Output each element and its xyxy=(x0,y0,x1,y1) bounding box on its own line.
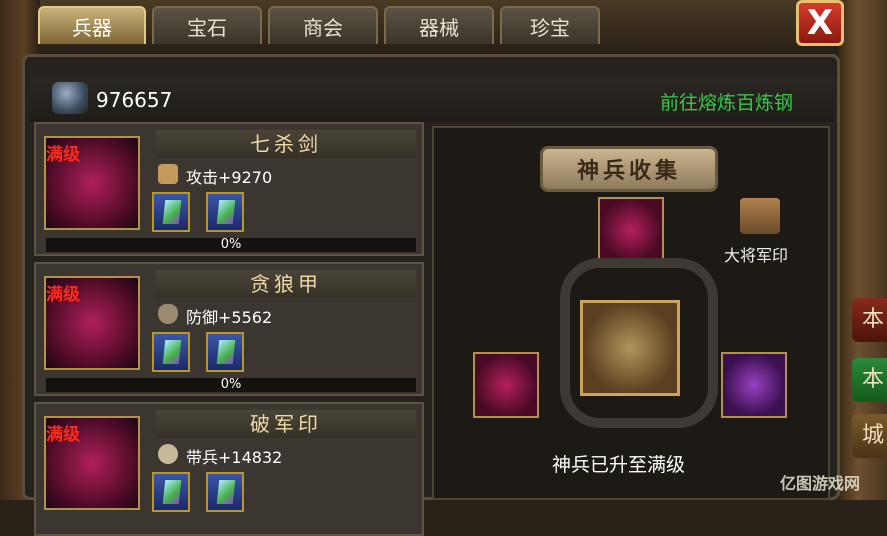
item-name: 破军印 xyxy=(156,410,416,438)
goto-smelt-link[interactable]: 前往熔炼百炼钢 xyxy=(660,88,793,115)
item-stat: 防御+5562 xyxy=(186,308,273,327)
side-button-1[interactable]: 本 xyxy=(852,298,887,342)
level-badge: 满级 xyxy=(46,285,80,305)
tab-treasures[interactable]: 珍宝 xyxy=(500,6,600,44)
gem-slot-icon[interactable] xyxy=(152,332,190,372)
weapon-item-greedy-wolf-armor[interactable]: 满级 贪狼甲 防御+5562 0% xyxy=(34,262,424,396)
progress-label: 0% xyxy=(220,237,242,252)
gem-slot-icon[interactable] xyxy=(152,472,190,512)
steel-ore-icon xyxy=(52,82,88,114)
sword-slot-icon[interactable] xyxy=(598,197,664,263)
item-stat: 带兵+14832 xyxy=(186,448,283,467)
watermark: 亿图游戏网 xyxy=(780,474,861,493)
category-tabs: 兵器 宝石 商会 器械 珍宝 xyxy=(38,6,600,46)
weapon-item-seven-kill-sword[interactable]: 满级 七杀剑 攻击+9270 0% xyxy=(34,122,424,256)
general-seal-icon[interactable] xyxy=(740,198,780,234)
item-stat: 攻击+9270 xyxy=(186,168,273,187)
sword-icon xyxy=(158,164,178,184)
max-level-status: 神兵已升至满级 xyxy=(552,454,686,476)
general-seal-label: 大将军印 xyxy=(724,246,789,265)
gem-slot-icon[interactable] xyxy=(152,192,190,232)
weapon-list: 满级 七杀剑 攻击+9270 0% 满级 贪狼甲 防御+5562 0% 满级 破… xyxy=(34,122,424,536)
tab-gems[interactable]: 宝石 xyxy=(152,6,262,44)
soldier-icon xyxy=(158,444,178,464)
gem-slot-icon[interactable] xyxy=(206,192,244,232)
progress-bar: 0% xyxy=(46,237,416,252)
side-button-2[interactable]: 本 xyxy=(852,358,887,402)
armor-slot-icon[interactable] xyxy=(473,352,539,418)
progress-label: 0% xyxy=(220,377,242,392)
gem-slot-icon[interactable] xyxy=(206,332,244,372)
tab-machinery[interactable]: 器械 xyxy=(384,6,494,44)
side-button-3[interactable]: 城 xyxy=(852,414,887,458)
shield-icon xyxy=(158,304,178,324)
item-name: 贪狼甲 xyxy=(156,270,416,298)
collection-title: 神兵收集 xyxy=(540,146,718,192)
level-badge: 满级 xyxy=(46,145,80,165)
level-badge: 满级 xyxy=(46,425,80,445)
tab-weapons[interactable]: 兵器 xyxy=(38,6,146,44)
progress-bar: 0% xyxy=(46,377,416,392)
seal-slot-icon[interactable] xyxy=(721,352,787,418)
steel-amount: 976657 xyxy=(96,88,173,112)
map-emblem-icon[interactable] xyxy=(580,300,680,396)
close-button[interactable]: X xyxy=(796,0,844,46)
gem-slot-icon[interactable] xyxy=(206,472,244,512)
tab-guild[interactable]: 商会 xyxy=(268,6,378,44)
item-name: 七杀剑 xyxy=(156,130,416,158)
weapon-item-army-breaking-seal[interactable]: 满级 破军印 带兵+14832 xyxy=(34,402,424,536)
